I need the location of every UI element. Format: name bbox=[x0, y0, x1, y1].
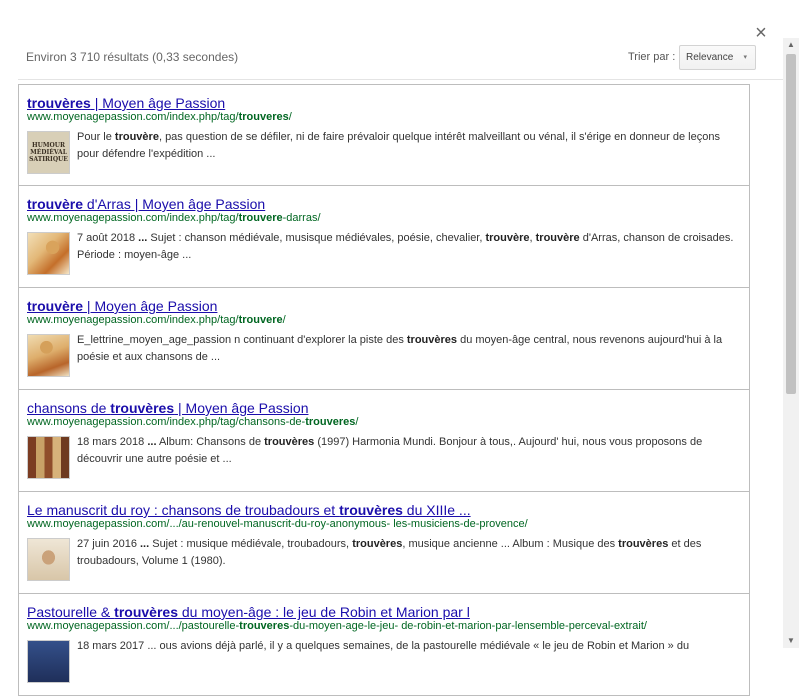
highlight-term: ... bbox=[140, 538, 150, 550]
result-item: Le manuscrit du roy : chansons de trouba… bbox=[18, 492, 750, 594]
vertical-scrollbar[interactable]: ▲ ▼ bbox=[783, 38, 799, 648]
result-snippet: E_lettrine_moyen_age_passion n continuan… bbox=[77, 334, 723, 363]
thumb-text-line: MÉDIÉVAL bbox=[30, 149, 67, 156]
result-title-link[interactable]: trouvère | Moyen âge Passion bbox=[27, 298, 749, 314]
highlight-term: trouvère bbox=[27, 298, 84, 314]
highlight-term: trouvère bbox=[114, 131, 159, 143]
result-item: trouvère | Moyen âge Passion www.moyenag… bbox=[18, 288, 750, 390]
highlight-term: trouvères bbox=[27, 95, 91, 111]
highlight-term: ... bbox=[138, 232, 148, 244]
result-item: trouvères | Moyen âge Passion www.moyena… bbox=[18, 84, 750, 186]
highlight-term: trouvères bbox=[618, 538, 669, 550]
result-title-link[interactable]: chansons de trouvères | Moyen âge Passio… bbox=[27, 400, 749, 416]
results-list: trouvères | Moyen âge Passion www.moyena… bbox=[18, 84, 750, 696]
result-url: www.moyenagepassion.com/index.php/tag/tr… bbox=[27, 111, 292, 123]
result-snippet: 7 août 2018 ... Sujet : chanson médiéval… bbox=[77, 232, 734, 261]
highlight-term: ... bbox=[147, 436, 157, 448]
highlight-term: trouvères bbox=[406, 334, 458, 346]
scroll-down-icon[interactable]: ▼ bbox=[783, 634, 799, 648]
result-title-link[interactable]: Pastourelle & trouvères du moyen-âge : l… bbox=[27, 604, 749, 620]
result-snippet: 18 mars 2018 ... Album: Chansons de trou… bbox=[77, 436, 703, 465]
highlight-term: trouvère bbox=[27, 196, 84, 212]
result-item: Pastourelle & trouvères du moyen-âge : l… bbox=[18, 594, 750, 696]
close-icon[interactable]: × bbox=[752, 23, 770, 43]
highlight-term: trouvères bbox=[339, 502, 403, 518]
highlight-term: trouvere bbox=[238, 314, 283, 326]
highlight-term: trouveres bbox=[238, 111, 289, 123]
highlight-term: trouvere bbox=[238, 212, 283, 224]
result-url: www.moyenagepassion.com/index.php/tag/tr… bbox=[27, 212, 321, 224]
scroll-up-icon[interactable]: ▲ bbox=[783, 38, 799, 52]
result-snippet: 18 mars 2017 ... ous avions déjà parlé, … bbox=[77, 640, 690, 652]
result-url: www.moyenagepassion.com/index.php/tag/tr… bbox=[27, 314, 286, 326]
highlight-term: trouvères bbox=[264, 436, 315, 448]
result-item: chansons de trouvères | Moyen âge Passio… bbox=[18, 390, 750, 492]
thumb-text-line: SATIRIQUE bbox=[29, 156, 68, 163]
highlight-term: trouvères bbox=[352, 538, 403, 550]
highlight-term: trouvères bbox=[114, 604, 178, 620]
result-item: trouvère d'Arras | Moyen âge Passion www… bbox=[18, 186, 750, 288]
highlight-term: trouvère bbox=[485, 232, 530, 244]
sort-select[interactable]: Relevance ▾ bbox=[679, 45, 756, 70]
highlight-term: trouveres bbox=[305, 416, 356, 428]
result-thumbnail[interactable] bbox=[27, 436, 70, 479]
result-thumbnail[interactable] bbox=[27, 538, 70, 581]
header-divider bbox=[18, 79, 783, 80]
result-snippet: 27 juin 2016 ... Sujet : musique médiéva… bbox=[77, 538, 702, 567]
result-url: www.moyenagepassion.com/.../au-renouvel-… bbox=[27, 518, 528, 530]
result-thumbnail[interactable] bbox=[27, 640, 70, 683]
result-title-link[interactable]: trouvère d'Arras | Moyen âge Passion bbox=[27, 196, 749, 212]
chevron-down-icon: ▾ bbox=[743, 54, 747, 61]
result-thumbnail[interactable]: HUMOUR MÉDIÉVAL SATIRIQUE bbox=[27, 131, 70, 174]
result-title-link[interactable]: Le manuscrit du roy : chansons de trouba… bbox=[27, 502, 749, 518]
scrollbar-thumb[interactable] bbox=[786, 54, 796, 394]
highlight-term: trouvère bbox=[535, 232, 580, 244]
result-url: www.moyenagepassion.com/index.php/tag/ch… bbox=[27, 416, 359, 428]
highlight-term: trouvères bbox=[110, 400, 175, 416]
sort-label: Trier par : bbox=[628, 51, 676, 63]
result-title-link[interactable]: trouvères | Moyen âge Passion bbox=[27, 95, 749, 111]
results-count: Environ 3 710 résultats (0,33 secondes) bbox=[26, 50, 239, 64]
highlight-term: trouveres bbox=[239, 620, 290, 632]
result-thumbnail[interactable] bbox=[27, 232, 70, 275]
sort-select-value: Relevance bbox=[686, 52, 734, 63]
result-thumbnail[interactable] bbox=[27, 334, 70, 377]
result-snippet: Pour le trouvère, pas question de se déf… bbox=[77, 131, 720, 160]
thumb-text-line: HUMOUR bbox=[32, 142, 65, 149]
result-url: www.moyenagepassion.com/.../pastourelle-… bbox=[27, 620, 647, 632]
